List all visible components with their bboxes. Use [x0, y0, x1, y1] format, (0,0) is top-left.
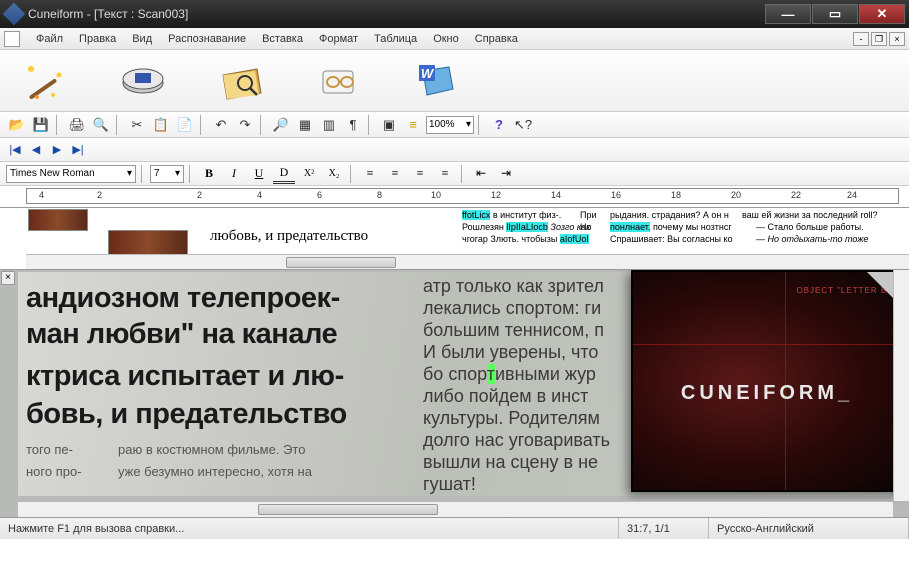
recognize-button[interactable] — [304, 57, 374, 105]
text-fragment[interactable]: любовь, и предательство — [210, 228, 368, 245]
title-bar: Cuneiform - [Текст : Scan003] — ▭ ✕ — [0, 0, 909, 28]
menu-table[interactable]: Таблица — [366, 31, 425, 47]
copy-button[interactable]: 📋 — [150, 114, 172, 136]
close-button[interactable]: ✕ — [859, 4, 905, 24]
cut-button[interactable]: ✂ — [126, 114, 148, 136]
indent-button[interactable]: ⇥ — [495, 164, 517, 184]
underline-button[interactable]: U — [248, 164, 270, 184]
font-combo[interactable]: Times New Roman▾ — [6, 165, 136, 183]
outdent-button[interactable]: ⇤ — [470, 164, 492, 184]
main-toolbar: W — [0, 50, 909, 112]
scrollbar-vertical[interactable] — [893, 270, 909, 501]
menu-view[interactable]: Вид — [124, 31, 160, 47]
menu-format[interactable]: Формат — [311, 31, 366, 47]
scan-button[interactable] — [108, 57, 178, 105]
splash-overlay: OBJECT "LETTER B" CUNEIFORM_ — [631, 270, 903, 492]
last-button[interactable]: ▶| — [69, 141, 87, 159]
print-button[interactable]: 🖨 — [66, 114, 88, 136]
paste-button[interactable]: 📄 — [174, 114, 196, 136]
fragment-image — [28, 209, 88, 231]
fontsize-combo[interactable]: 7▾ — [150, 165, 184, 183]
zoom-combo[interactable]: 100%▾ — [426, 116, 474, 134]
menu-recognition[interactable]: Распознавание — [160, 31, 254, 47]
menu-help[interactable]: Справка — [467, 31, 526, 47]
mdi-restore-button[interactable]: ❐ — [871, 32, 887, 46]
menu-window[interactable]: Окно — [425, 31, 467, 47]
prev-button[interactable]: ◀ — [27, 141, 45, 159]
table-button[interactable]: ▦ — [294, 114, 316, 136]
first-button[interactable]: |◀ — [6, 141, 24, 159]
window-title: Cuneiform - [Текст : Scan003] — [28, 7, 764, 21]
undo-button[interactable]: ↶ — [210, 114, 232, 136]
align-left-button[interactable]: ≡ — [359, 164, 381, 184]
maximize-button[interactable]: ▭ — [812, 4, 858, 24]
open-button[interactable]: 📂 — [6, 114, 28, 136]
menu-file[interactable]: Файл — [28, 31, 71, 47]
redo-button[interactable]: ↷ — [234, 114, 256, 136]
standard-toolbar: 📂 💾 🖨 🔍 ✂ 📋 📄 ↶ ↷ 🔎 ▦ ▥ ¶ ▣ ≡ 100%▾ ? ↖? — [0, 112, 909, 138]
mdi-close-button[interactable]: × — [889, 32, 905, 46]
paragraph-button[interactable]: ¶ — [342, 114, 364, 136]
app-icon — [3, 3, 26, 26]
scrollbar-horizontal[interactable] — [18, 501, 893, 517]
bold-button[interactable]: B — [198, 164, 220, 184]
highlight-button[interactable]: ≡ — [402, 114, 424, 136]
save-button[interactable]: 💾 — [30, 114, 52, 136]
menu-insert[interactable]: Вставка — [254, 31, 311, 47]
status-position: 31:7, 1/1 — [619, 518, 709, 539]
scrollbar-horizontal[interactable] — [26, 254, 909, 269]
italic-button[interactable]: I — [223, 164, 245, 184]
open-image-button[interactable] — [206, 57, 276, 105]
navigation-toolbar: |◀ ◀ ▶ ▶| — [0, 138, 909, 162]
help-button[interactable]: ? — [488, 114, 510, 136]
align-right-button[interactable]: ≡ — [409, 164, 431, 184]
menu-bar: Файл Правка Вид Распознавание Вставка Фо… — [0, 28, 909, 50]
fullscreen-button[interactable]: ▣ — [378, 114, 400, 136]
overlay-brand: CUNEIFORM_ — [633, 382, 901, 405]
dunderline-button[interactable]: D — [273, 164, 295, 184]
superscript-button[interactable]: X² — [298, 164, 320, 184]
status-language: Русско-Английский — [709, 518, 909, 539]
menu-edit[interactable]: Правка — [71, 31, 124, 47]
context-help-button[interactable]: ↖? — [512, 114, 534, 136]
document-icon[interactable] — [4, 31, 20, 47]
subscript-button[interactable]: X₂ — [323, 164, 345, 184]
align-justify-button[interactable]: ≡ — [434, 164, 456, 184]
preview-button[interactable]: 🔍 — [90, 114, 112, 136]
panel-close-button[interactable]: × — [1, 271, 15, 285]
next-button[interactable]: ▶ — [48, 141, 66, 159]
find-button[interactable]: 🔎 — [270, 114, 292, 136]
align-center-button[interactable]: ≡ — [384, 164, 406, 184]
ruler[interactable]: 4 2 2 4 6 8 10 12 14 16 18 20 22 24 — [0, 186, 909, 208]
export-word-button[interactable]: W — [402, 57, 472, 105]
fragment-image — [108, 230, 188, 256]
text-panel[interactable]: любовь, и предательство ffotLicx в инсти… — [0, 208, 909, 270]
image-panel: × андиозном телепроек- ман любви" на кан… — [0, 270, 909, 517]
format-toolbar: Times New Roman▾ 7▾ B I U D X² X₂ ≡ ≡ ≡ … — [0, 162, 909, 186]
wizard-button[interactable] — [10, 57, 80, 105]
status-help-text: Нажмите F1 для вызова справки... — [0, 518, 619, 539]
svg-text:W: W — [421, 66, 435, 81]
minimize-button[interactable]: — — [765, 4, 811, 24]
columns-button[interactable]: ▥ — [318, 114, 340, 136]
status-bar: Нажмите F1 для вызова справки... 31:7, 1… — [0, 517, 909, 539]
mdi-minimize-button[interactable]: - — [853, 32, 869, 46]
